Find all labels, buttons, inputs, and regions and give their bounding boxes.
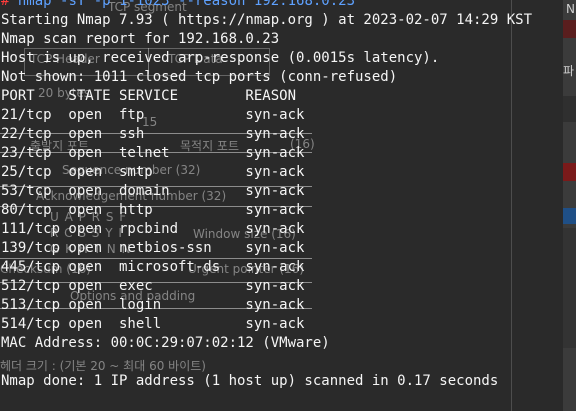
pane-divider xyxy=(511,0,512,411)
port-row: 25/tcp open smtp syn-ack xyxy=(1,164,305,180)
port-row: 80/tcp open http syn-ack xyxy=(1,202,305,218)
output-line: Host is up, received arp-response (0.001… xyxy=(1,50,440,66)
right-panel-char-top: N xyxy=(566,2,575,16)
port-row: 514/tcp open shell syn-ack xyxy=(1,316,305,332)
output-line: Not shown: 1011 closed tcp ports (conn-r… xyxy=(1,69,398,85)
prompt-line: # nmap -sT -p 1-1023 --reason 192.168.0.… xyxy=(0,0,563,11)
nmap-command: nmap -sT -p 1-1023 --reason 192.168.0.23 xyxy=(17,0,356,9)
output-line: Starting Nmap 7.93 ( https://nmap.org ) … xyxy=(1,12,533,28)
mac-address-line: MAC Address: 00:0C:29:07:02:12 (VMware) xyxy=(1,335,330,351)
port-row: 513/tcp open login syn-ack xyxy=(1,297,305,313)
port-row: 22/tcp open ssh syn-ack xyxy=(1,126,305,142)
terminal-window[interactable]: TCP segment TCP Header TCP Data 20 bytes… xyxy=(0,0,563,411)
nmap-done-line: Nmap done: 1 IP address (1 host up) scan… xyxy=(1,373,499,389)
port-row: 23/tcp open telnet syn-ack xyxy=(1,145,305,161)
right-panel-char-mid: 파 xyxy=(563,64,575,78)
output-line: Nmap scan report for 192.168.0.23 xyxy=(1,31,280,47)
prompt-symbol: # xyxy=(1,0,10,9)
right-side-panel[interactable]: N 파 xyxy=(563,0,576,411)
port-row: 512/tcp open exec syn-ack xyxy=(1,278,305,294)
port-table-header: PORT STATE SERVICE REASON xyxy=(1,88,297,104)
port-row: 111/tcp open rpcbind syn-ack xyxy=(1,221,305,237)
port-row: 445/tcp open microsoft-ds syn-ack xyxy=(1,259,305,275)
port-row: 139/tcp open netbios-ssn syn-ack xyxy=(1,240,305,256)
port-row: 21/tcp open ftp syn-ack xyxy=(1,107,305,123)
port-row: 53/tcp open domain syn-ack xyxy=(1,183,305,199)
terminal-output[interactable]: # nmap -sT -p 1-1023 --reason 192.168.0.… xyxy=(0,0,563,391)
